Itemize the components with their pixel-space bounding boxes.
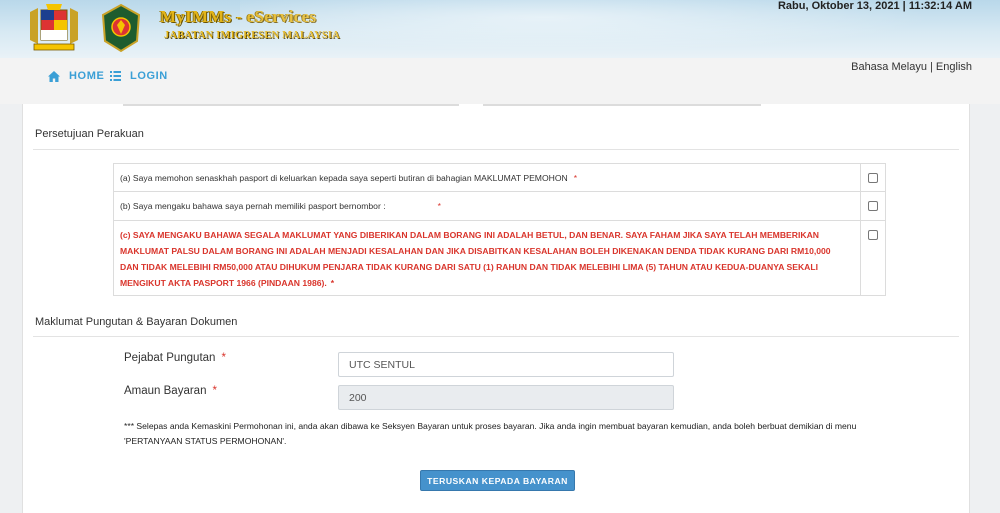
declaration-c-checkbox[interactable]: [868, 230, 878, 240]
previous-field-edge: [483, 104, 761, 106]
amount-label-text: Amaun Bayaran: [124, 385, 207, 397]
home-icon: [48, 70, 60, 82]
required-marker: *: [573, 173, 578, 183]
payment-note: *** Selepas anda Kemaskini Permohonan in…: [124, 421, 857, 446]
declaration-a-text: (a) Saya memohon senaskhah pasport di ke…: [120, 173, 568, 183]
list-icon: [110, 71, 121, 81]
immigration-badge-logo: [101, 3, 141, 53]
declaration-table: (a) Saya memohon senaskhah pasport di ke…: [113, 163, 886, 296]
site-header: MyIMMs - eServices JABATAN IMIGRESEN MAL…: [0, 0, 1000, 58]
department-name: JABATAN IMIGRESEN MALAYSIA: [164, 30, 340, 41]
declaration-row-b: (b) Saya mengaku bahawa saya pernah memi…: [114, 192, 885, 221]
amount-field[interactable]: [338, 385, 674, 410]
lang-separator: |: [926, 61, 936, 73]
section-divider: [33, 149, 959, 150]
required-marker: *: [330, 278, 335, 288]
declaration-row-c: (c) SAYA MENGAKU BAHAWA SEGALA MAKLUMAT …: [114, 221, 885, 295]
current-datetime: Rabu, Oktober 13, 2021 | 11:32:14 AM: [777, 0, 972, 12]
declaration-text: (c) SAYA MENGAKU BAHAWA SEGALA MAKLUMAT …: [114, 221, 885, 297]
checkbox-cell: [860, 221, 885, 295]
required-marker: *: [212, 385, 217, 397]
declaration-section-title: Persetujuan Perakuan: [35, 128, 144, 140]
declaration-a-checkbox[interactable]: [868, 173, 878, 183]
form-panel: Persetujuan Perakuan (a) Saya memohon se…: [22, 104, 970, 513]
previous-field-edge: [123, 104, 459, 106]
lang-english-link[interactable]: English: [936, 61, 972, 73]
nav-home[interactable]: HOME: [48, 70, 104, 82]
office-label-text: Pejabat Pungutan: [124, 352, 216, 364]
office-label: Pejabat Pungutan *: [124, 352, 226, 364]
nav-home-label: HOME: [69, 70, 105, 82]
declaration-text: (a) Saya memohon senaskhah pasport di ke…: [114, 164, 885, 183]
declaration-b-text: (b) Saya mengaku bahawa saya pernah memi…: [120, 201, 386, 211]
declaration-text: (b) Saya mengaku bahawa saya pernah memi…: [114, 192, 885, 211]
declaration-row-a: (a) Saya memohon senaskhah pasport di ke…: [114, 164, 885, 192]
declaration-c-text: (c) SAYA MENGAKU BAHAWA SEGALA MAKLUMAT …: [120, 230, 831, 288]
coat-of-arms-logo: [30, 4, 78, 51]
section-divider: [33, 336, 959, 337]
payment-section-title: Maklumat Pungutan & Bayaran Dokumen: [35, 316, 238, 328]
nav-login-label: LOGIN: [130, 70, 168, 82]
checkbox-cell: [860, 164, 885, 191]
brand-title: MyIMMs - eServices: [160, 7, 317, 26]
top-navbar: HOME LOGIN Bahasa Melayu | English: [0, 58, 1000, 104]
checkbox-cell: [860, 192, 885, 220]
nav-login[interactable]: LOGIN: [110, 70, 168, 82]
proceed-to-payment-button[interactable]: TERUSKAN KEPADA BAYARAN: [420, 470, 575, 491]
declaration-b-checkbox[interactable]: [868, 201, 878, 211]
language-switcher: Bahasa Melayu | English: [851, 61, 972, 73]
lang-malay-link[interactable]: Bahasa Melayu: [851, 61, 927, 73]
amount-label: Amaun Bayaran *: [124, 385, 217, 397]
office-field[interactable]: [338, 352, 674, 377]
required-marker: *: [221, 352, 226, 364]
required-marker: *: [437, 201, 441, 211]
